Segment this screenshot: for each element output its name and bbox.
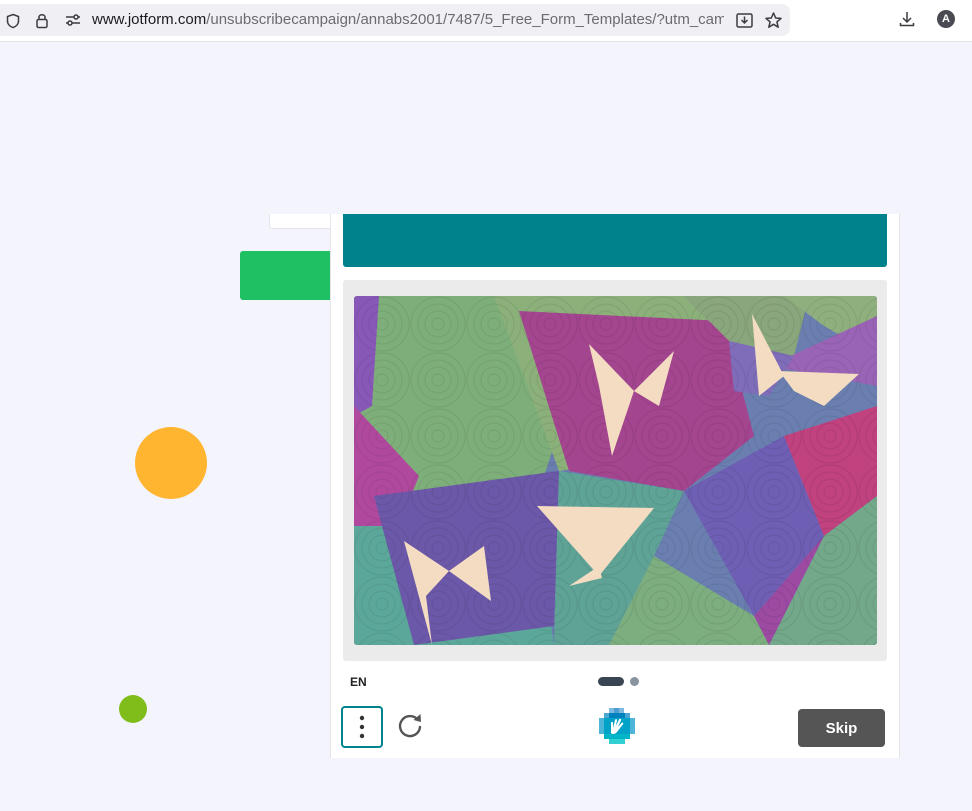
lock-icon[interactable] bbox=[33, 11, 51, 29]
bookmark-star-icon[interactable] bbox=[763, 10, 783, 30]
decorative-green-circle bbox=[119, 695, 147, 723]
challenge-image[interactable] bbox=[354, 296, 877, 645]
menu-button[interactable] bbox=[341, 706, 383, 748]
submit-button[interactable] bbox=[240, 251, 340, 300]
url-path: /unsubscribecampaign/annabs2001/7487/5_F… bbox=[206, 11, 724, 28]
url-text[interactable]: www.jotform.com/unsubscribecampaign/anna… bbox=[92, 4, 724, 36]
site-settings-icon[interactable] bbox=[63, 11, 83, 29]
language-selector[interactable]: EN bbox=[350, 675, 367, 689]
address-bar[interactable]: www.jotform.com/unsubscribecampaign/anna… bbox=[0, 4, 790, 36]
menu-dots-icon bbox=[359, 715, 365, 739]
decorative-orange-circle bbox=[135, 427, 207, 499]
profile-avatar[interactable]: A bbox=[937, 10, 955, 28]
save-page-icon[interactable] bbox=[734, 10, 754, 30]
shield-icon[interactable] bbox=[4, 12, 22, 30]
hcaptcha-logo-icon[interactable] bbox=[597, 706, 637, 746]
page-indicator-dot bbox=[630, 677, 639, 686]
refresh-icon bbox=[398, 714, 422, 738]
challenge-prompt-bar bbox=[343, 214, 887, 267]
challenge-image-frame bbox=[343, 280, 887, 661]
page-top-area bbox=[0, 42, 972, 214]
page-indicator-active bbox=[598, 677, 624, 686]
skip-button[interactable]: Skip bbox=[798, 709, 885, 747]
url-host: www.jotform.com bbox=[92, 11, 207, 28]
browser-toolbar: www.jotform.com/unsubscribecampaign/anna… bbox=[0, 0, 972, 42]
refresh-button[interactable] bbox=[395, 710, 425, 740]
captcha-challenge-panel: EN Skip bbox=[330, 214, 900, 758]
download-icon[interactable] bbox=[897, 9, 917, 29]
